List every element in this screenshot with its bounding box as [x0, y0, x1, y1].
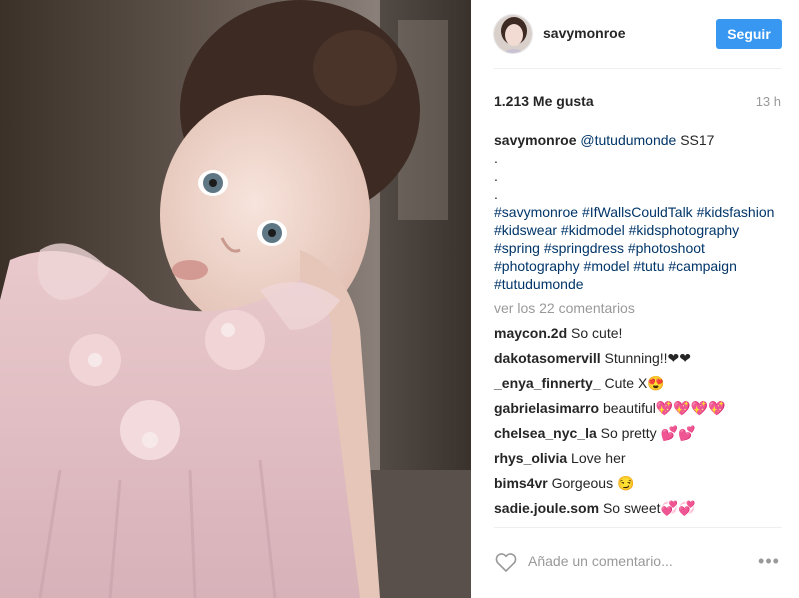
hashtag-link[interactable]: #kidmodel — [561, 222, 625, 238]
caption-hashtags: #savymonroe #IfWallsCouldTalk #kidsfashi… — [494, 204, 774, 292]
comment-text: Stunning!!❤❤ — [604, 350, 692, 366]
likes-count[interactable]: 1.213 Me gusta — [494, 93, 594, 109]
hashtag-link[interactable]: #photoshoot — [628, 240, 705, 256]
hashtag-link[interactable]: #savymonroe — [494, 204, 578, 220]
comment-text: Love her — [571, 450, 626, 466]
comment-text: Gorgeous 😏 — [551, 475, 635, 491]
post-photo[interactable] — [0, 0, 471, 598]
comment-item: gabrielasimarro beautiful💖💖💖💖 — [494, 399, 784, 424]
comment-item: _enya_finnerty_ Cute X😍 — [494, 374, 784, 399]
hashtag-link[interactable]: #kidswear — [494, 222, 557, 238]
comment-username[interactable]: rhys_olivia — [494, 450, 567, 466]
caption-text: SS17 — [676, 132, 715, 148]
divider — [494, 527, 782, 528]
comment-item: dakotasomervill Stunning!!❤❤ — [494, 349, 784, 374]
add-comment-bar: ••• — [471, 542, 799, 582]
photo-image — [0, 0, 471, 598]
post-username[interactable]: savymonroe — [543, 25, 625, 41]
hashtag-link[interactable]: #spring — [494, 240, 540, 256]
caption-dot: . — [494, 150, 498, 166]
comment-item: maycon.2d So cute! — [494, 324, 784, 349]
comment-text: So cute! — [571, 325, 623, 341]
comment-username[interactable]: chelsea_nyc_la — [494, 425, 597, 441]
comment-username[interactable]: dakotasomervill — [494, 350, 601, 366]
comment-item: bims4vr Gorgeous 😏 — [494, 474, 784, 499]
hashtag-link[interactable]: #photography — [494, 258, 580, 274]
comment-username[interactable]: sadie.joule.som — [494, 500, 599, 516]
comment-item: sadie.joule.som So sweet💞💞 — [494, 499, 784, 524]
hashtag-link[interactable]: #kidsfashion — [697, 204, 775, 220]
hashtag-link[interactable]: #model — [584, 258, 630, 274]
comment-username[interactable]: bims4vr — [494, 475, 548, 491]
comment-text: So sweet💞💞 — [602, 500, 696, 516]
follow-button[interactable]: Seguir — [716, 19, 782, 49]
avatar[interactable] — [493, 14, 533, 54]
comment-list: maycon.2d So cute! dakotasomervill Stunn… — [494, 324, 784, 524]
post-side-panel: savymonroe Seguir 1.213 Me gusta 13 h sa… — [471, 0, 799, 598]
comment-text: So pretty 💕💕 — [600, 425, 696, 441]
add-comment-input[interactable] — [528, 550, 728, 572]
comment-text: Cute X😍 — [604, 375, 665, 391]
post-time[interactable]: 13 h — [756, 94, 781, 109]
caption-dot: . — [494, 186, 498, 202]
hashtag-link[interactable]: #tutudumonde — [494, 276, 584, 292]
view-all-comments-link[interactable]: ver los 22 comentarios — [494, 300, 635, 316]
caption-dot: . — [494, 168, 498, 184]
comment-username[interactable]: gabrielasimarro — [494, 400, 599, 416]
more-options-icon[interactable]: ••• — [755, 552, 783, 572]
heart-icon[interactable] — [494, 550, 518, 574]
comment-text: beautiful💖💖💖💖 — [602, 400, 726, 416]
post-header: savymonroe Seguir — [471, 0, 799, 68]
hashtag-link[interactable]: #IfWallsCouldTalk — [582, 204, 693, 220]
divider — [494, 68, 782, 69]
hashtag-link[interactable]: #springdress — [544, 240, 624, 256]
comment-username[interactable]: maycon.2d — [494, 325, 567, 341]
hashtag-link[interactable]: #kidsphotography — [629, 222, 740, 238]
hashtag-link[interactable]: #campaign — [668, 258, 737, 274]
comment-username[interactable]: _enya_finnerty_ — [494, 375, 601, 391]
comment-item: chelsea_nyc_la So pretty 💕💕 — [494, 424, 784, 449]
caption-mention[interactable]: @tutudumonde — [580, 132, 676, 148]
hashtag-link[interactable]: #tutu — [633, 258, 664, 274]
post-caption: savymonroe @tutudumonde SS17 . . . #savy… — [494, 131, 784, 293]
comment-item: rhys_olivia Love her — [494, 449, 784, 474]
caption-username[interactable]: savymonroe — [494, 132, 576, 148]
